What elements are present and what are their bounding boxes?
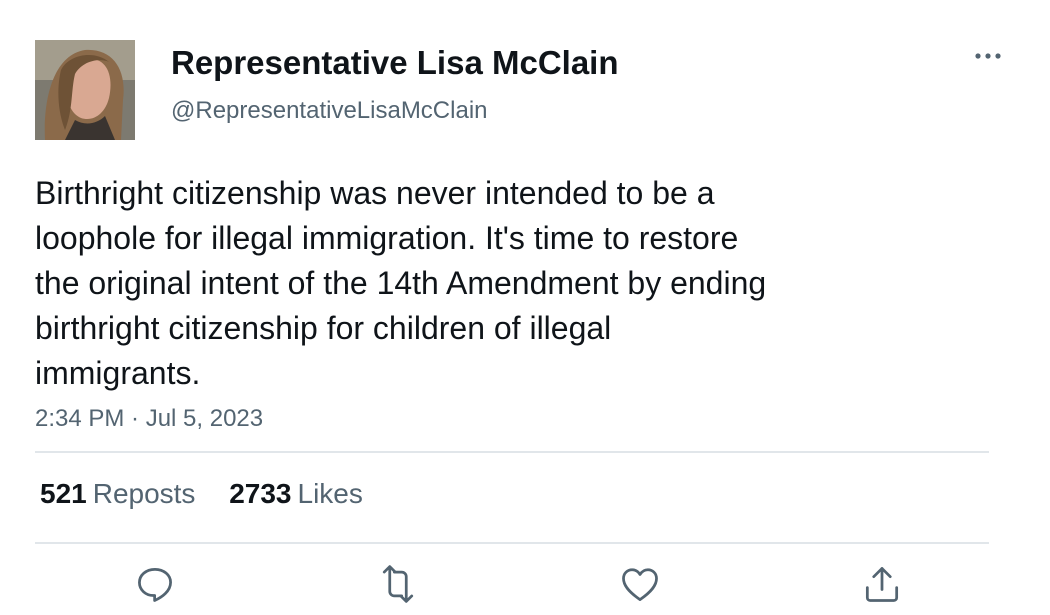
reply-icon (138, 567, 172, 602)
share-button[interactable] (860, 562, 904, 606)
tweet-text-line: Birthright citizenship was never intende… (35, 175, 715, 211)
divider (35, 451, 989, 453)
tweet-timestamp[interactable]: 2:34 PM · Jul 5, 2023 (35, 404, 263, 434)
reposts-label: Reposts (92, 478, 196, 509)
avatar-photo (35, 40, 135, 140)
repost-icon (382, 565, 414, 603)
tweet-text: Birthright citizenship was never intende… (35, 171, 935, 396)
reposts-stat[interactable]: 521 Reposts (40, 477, 195, 511)
display-name[interactable]: Representative Lisa McClain (171, 44, 619, 82)
more-options-button[interactable] (968, 42, 1008, 70)
repost-button[interactable] (376, 562, 420, 606)
like-icon (622, 568, 658, 601)
likes-label: Likes (297, 478, 363, 509)
tweet-text-line: the original intent of the 14th Amendmen… (35, 265, 767, 301)
likes-count: 2733 (229, 478, 292, 509)
more-icon (975, 53, 1001, 59)
avatar[interactable] (35, 40, 135, 140)
user-handle[interactable]: @RepresentativeLisaMcClain (171, 97, 488, 125)
likes-stat[interactable]: 2733 Likes (229, 477, 363, 511)
engagement-stats: 521 Reposts 2733 Likes (40, 477, 363, 511)
tweet-text-line: loophole for illegal immigration. It's t… (35, 220, 739, 256)
divider (35, 542, 989, 544)
tweet-text-line: immigrants. (35, 355, 201, 391)
like-button[interactable] (618, 562, 662, 606)
reposts-count: 521 (40, 478, 87, 509)
tweet-text-line: birthright citizenship for children of i… (35, 310, 612, 346)
share-icon (865, 567, 899, 602)
reply-button[interactable] (133, 562, 177, 606)
